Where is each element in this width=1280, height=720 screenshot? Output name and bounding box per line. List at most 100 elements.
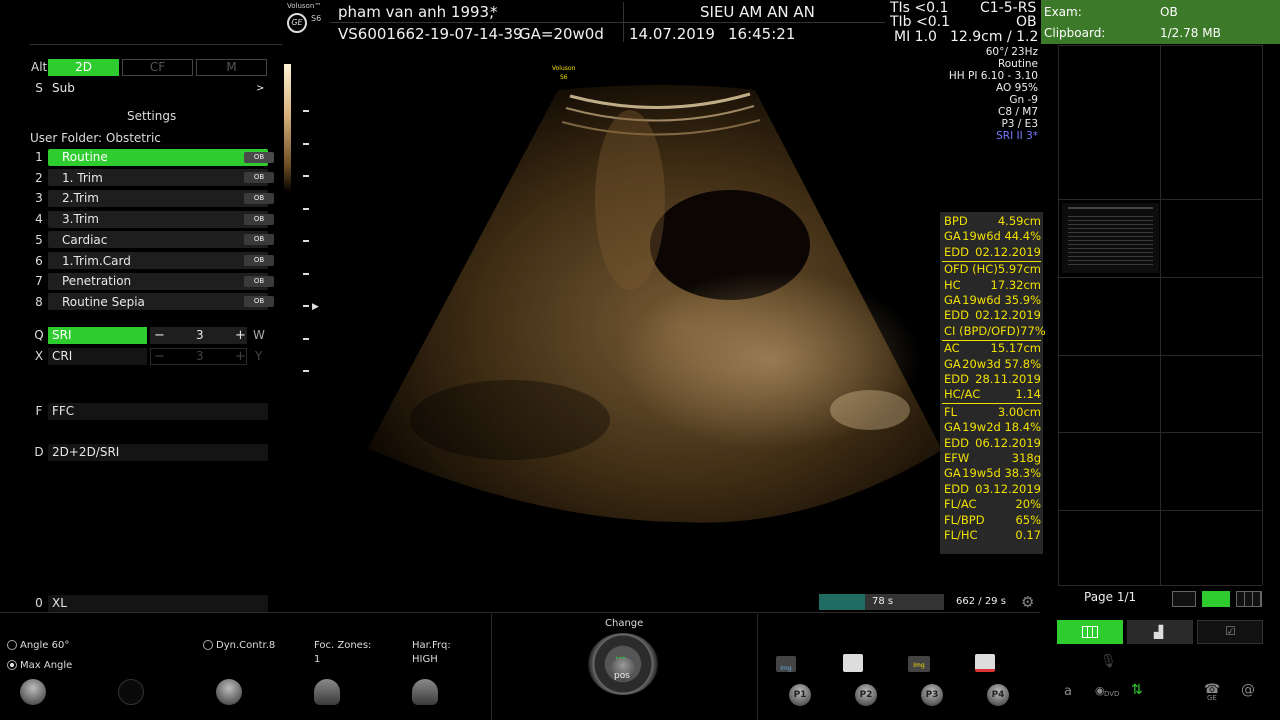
mode-cf-button[interactable]: CF bbox=[122, 59, 193, 76]
grid-line bbox=[1058, 45, 1059, 585]
layout-1-icon[interactable] bbox=[1172, 591, 1196, 607]
p4-button[interactable]: P4 bbox=[987, 684, 1009, 706]
layout-6-icon[interactable] bbox=[1236, 591, 1262, 607]
measurement-row: GA 19w6d 35.9% bbox=[944, 293, 1041, 308]
measurement-value: 02.12.2019 bbox=[975, 244, 1041, 259]
preset-item[interactable]: 4 OB 3.Trim bbox=[30, 210, 274, 228]
watermark-brand: Voluson bbox=[552, 65, 576, 72]
preset-number: 7 bbox=[35, 274, 43, 289]
panel-divider bbox=[30, 44, 282, 45]
ge-logo: Voluson™ GE S6 bbox=[285, 2, 325, 42]
print-icon[interactable] bbox=[843, 654, 863, 672]
blank-knob[interactable] bbox=[118, 679, 144, 705]
dyn-contrast-knob[interactable] bbox=[216, 679, 242, 705]
measurement-row: GA 20w3d 57.8% bbox=[944, 357, 1041, 372]
clipboard-value: 1/2.78 MB bbox=[1160, 26, 1221, 40]
preset-app: OB bbox=[1016, 14, 1037, 30]
preset-item[interactable]: 1 OB Routine bbox=[30, 148, 274, 166]
preset-item[interactable]: 8 OB Routine Sepia bbox=[30, 293, 274, 311]
ffc-key: F bbox=[35, 404, 43, 418]
harmonic-value: HIGH bbox=[412, 654, 438, 665]
ffc-label: FFC bbox=[52, 404, 75, 418]
preset-item[interactable]: 6 OB 1.Trim.Card bbox=[30, 252, 274, 270]
plus-icon[interactable]: + bbox=[235, 349, 246, 364]
keyboard-a-icon[interactable]: a bbox=[1064, 684, 1072, 699]
measurement-value: 77% bbox=[1020, 323, 1046, 338]
p3-button[interactable]: P3 bbox=[921, 684, 943, 706]
mode-m-button[interactable]: M bbox=[196, 59, 267, 76]
measurement-row: BPD 4.59cm bbox=[944, 214, 1041, 229]
clipboard-thumbnail[interactable] bbox=[1062, 203, 1159, 273]
save-image-icon[interactable]: Img bbox=[776, 656, 796, 672]
xl-control[interactable]: 0 XL bbox=[30, 594, 270, 612]
sri-key: Q bbox=[34, 328, 44, 342]
measurement-label: EDD bbox=[944, 244, 969, 259]
grid-line bbox=[1058, 277, 1262, 278]
p2-button[interactable]: P2 bbox=[855, 684, 877, 706]
sub-menu-item[interactable]: S Sub > bbox=[30, 79, 270, 97]
minus-icon[interactable]: − bbox=[154, 349, 165, 364]
network-icon[interactable]: ⇅ bbox=[1131, 682, 1143, 698]
trackball-control[interactable]: ••• pos bbox=[588, 633, 658, 695]
microphone-icon[interactable]: 🎙 bbox=[1100, 654, 1117, 669]
radio-icon[interactable] bbox=[203, 640, 213, 650]
p1-button[interactable]: P1 bbox=[789, 684, 811, 706]
dual-key: D bbox=[34, 445, 44, 459]
gear-icon[interactable]: ⚙ bbox=[1021, 593, 1034, 611]
cri-label: CRI bbox=[52, 349, 73, 363]
radio-icon[interactable] bbox=[7, 660, 17, 670]
measurement-value: 17.32cm bbox=[990, 277, 1041, 292]
sri-control[interactable]: Q SRI − 3 + W bbox=[30, 326, 270, 344]
ffc-control[interactable]: F FFC bbox=[30, 402, 270, 420]
preset-label: 1. Trim bbox=[62, 170, 103, 185]
preset-item[interactable]: 3 OB 2.Trim bbox=[30, 189, 274, 207]
preset-item[interactable]: 5 OB Cardiac bbox=[30, 231, 274, 249]
color-print-icon[interactable] bbox=[975, 654, 995, 672]
cri-value: 3 bbox=[196, 349, 204, 363]
tib-index: TIb <0.1 bbox=[890, 14, 951, 30]
measurement-value: 28.11.2019 bbox=[975, 372, 1041, 386]
focus-marker-icon: ▶ bbox=[312, 302, 319, 312]
preset-label: 2.Trim bbox=[62, 191, 99, 206]
angle-knob[interactable] bbox=[20, 679, 46, 705]
measurement-panel: BPD 4.59cm GA 19w6d 44.4% EDD 02.12.2019 OFD (… bbox=[940, 212, 1046, 554]
send-image-icon[interactable]: Img bbox=[908, 656, 930, 672]
preset-item[interactable]: 7 OB Penetration bbox=[30, 272, 274, 290]
measurement-value: 4.59cm bbox=[997, 214, 1041, 228]
mode-2d-button[interactable]: 2D bbox=[48, 59, 119, 76]
chevron-right-icon: > bbox=[256, 82, 265, 94]
measurement-value: 3.00cm bbox=[997, 404, 1041, 419]
preset-tag: OB bbox=[244, 275, 274, 287]
depth-tick bbox=[303, 175, 309, 177]
measurement-value: 19w6d 35.9% bbox=[962, 293, 1041, 307]
minus-icon[interactable]: − bbox=[154, 328, 165, 343]
report-check-button[interactable]: ☑ bbox=[1197, 620, 1263, 644]
sri-w-key: W bbox=[253, 328, 265, 342]
cri-control[interactable]: X CRI − 3 + Y bbox=[30, 347, 270, 365]
at-icon[interactable]: @ bbox=[1241, 682, 1255, 698]
dual-control[interactable]: D 2D+2D/SRI bbox=[30, 443, 270, 461]
depth-tick bbox=[303, 370, 309, 372]
preset-item[interactable]: 2 OB 1. Trim bbox=[30, 169, 274, 187]
header-divider bbox=[330, 22, 885, 23]
measurement-label: GA bbox=[944, 229, 961, 244]
measurement-label: AC bbox=[944, 341, 960, 356]
plus-icon[interactable]: + bbox=[235, 328, 246, 343]
layout-grid-icon[interactable] bbox=[1202, 591, 1230, 607]
focus-zones-knob[interactable] bbox=[314, 679, 340, 705]
report-table-button[interactable] bbox=[1057, 620, 1123, 644]
depth-tick bbox=[303, 207, 309, 210]
measurement-label: GA bbox=[944, 356, 961, 371]
harmonic-knob[interactable] bbox=[412, 679, 438, 705]
measurement-label: GA bbox=[944, 420, 961, 435]
ffc-field[interactable] bbox=[48, 402, 268, 420]
dvd-label: DVD bbox=[1104, 690, 1120, 698]
report-graph-button[interactable]: ▟ bbox=[1127, 620, 1193, 644]
xl-field[interactable] bbox=[48, 594, 268, 612]
measurement-value: 5.97cm bbox=[997, 262, 1041, 277]
measurement-value: 19w6d 44.4% bbox=[962, 229, 1041, 244]
cine-buffer-bar[interactable]: 78 s bbox=[819, 594, 944, 610]
exam-time: 16:45:21 bbox=[728, 25, 796, 43]
user-folder: User Folder: Obstetric bbox=[30, 131, 161, 145]
radio-icon[interactable] bbox=[7, 640, 17, 650]
